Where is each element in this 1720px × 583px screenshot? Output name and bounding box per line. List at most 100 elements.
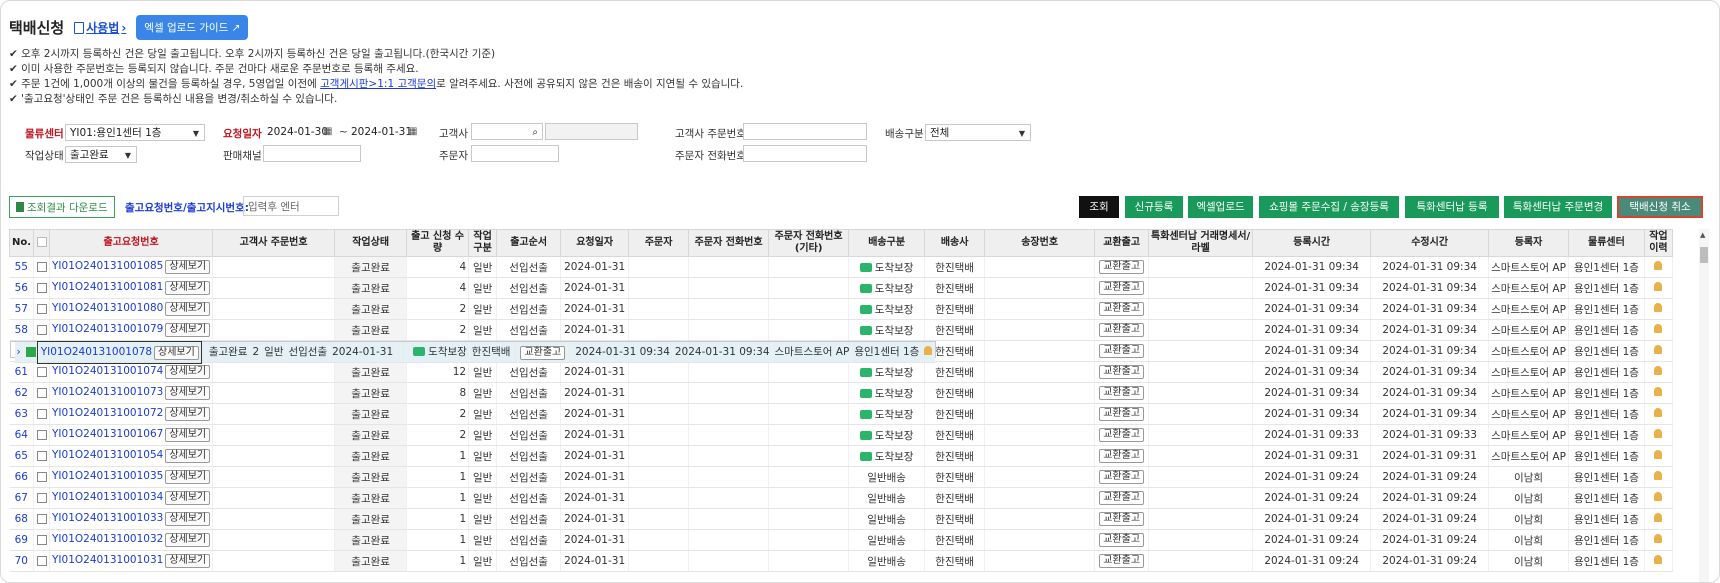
row-checkbox[interactable] (36, 535, 47, 545)
order-search-input[interactable]: 입력후 엔터 (243, 196, 339, 216)
center-select[interactable]: YI01:용인1센터 1층 ▼ (65, 124, 205, 141)
col-header[interactable]: 출고 신청 수량 (406, 229, 470, 257)
col-header[interactable]: 물류센터 (1567, 229, 1645, 257)
col-header[interactable]: 주문자 (628, 229, 690, 257)
order-number[interactable]: YI01O240131001035 (52, 470, 163, 482)
order-number[interactable]: YI01O240131001031 (52, 554, 163, 566)
col-header[interactable]: 요청일자 (560, 229, 630, 257)
exchange-button[interactable]: 교환출고 (1099, 470, 1145, 484)
order-number-cell[interactable]: YI01O240131001080 상세보기 (49, 298, 214, 320)
row-checkbox[interactable] (36, 283, 47, 293)
excel-guide-button[interactable]: 엑셀 업로드 가이드 ↗ (136, 15, 249, 40)
col-header[interactable]: 작업 이력 (1643, 229, 1673, 257)
row-checkbox[interactable] (36, 556, 47, 566)
history-cell[interactable] (1644, 508, 1673, 530)
history-cell[interactable] (1644, 550, 1673, 572)
history-cell[interactable] (1644, 298, 1673, 320)
history-cell[interactable] (1644, 529, 1673, 551)
col-header[interactable]: 배송사 (924, 229, 986, 257)
order-number-cell[interactable]: YI01O240131001079 상세보기 (49, 319, 214, 341)
orderer-input[interactable] (471, 145, 559, 162)
client-order-input[interactable] (743, 123, 867, 140)
col-header[interactable]: 주문자 전화번호 (688, 229, 770, 257)
order-number-cell[interactable]: YI01O240131001085 상세보기 (49, 256, 214, 278)
customer-board-link[interactable]: 고객게시판>1:1 고객문의 (320, 78, 436, 90)
table-row[interactable]: 57 YI01O240131001080 상세보기 출고완료 2 일반 선입선출 2024-0… (9, 298, 1673, 320)
history-cell[interactable] (1644, 382, 1673, 404)
row-checkbox[interactable] (36, 367, 47, 377)
order-number[interactable]: YI01O240131001074 (52, 365, 163, 377)
col-header[interactable]: 출고순서 (496, 229, 562, 257)
exchange-button[interactable]: 교환출고 (1099, 449, 1145, 463)
col-header[interactable]: 특화센터납 거래명세서/라벨 (1148, 229, 1254, 257)
calendar-icon[interactable]: ▦ (323, 126, 332, 137)
table-row[interactable]: 55 YI01O240131001085 상세보기 출고완료 4 일반 선입선출 2024-0… (9, 256, 1673, 278)
history-cell[interactable] (1644, 445, 1673, 467)
exchange-button[interactable]: 교환출고 (1099, 491, 1145, 505)
table-row[interactable]: 67 YI01O240131001034 상세보기 출고완료 1 일반 선입선출 2024-0… (9, 487, 1673, 509)
person-icon[interactable] (1654, 282, 1663, 291)
scroll-thumb[interactable] (1700, 247, 1708, 263)
order-number-cell[interactable]: YI01O240131001078 상세보기 (37, 341, 203, 364)
col-header[interactable]: No. (9, 229, 34, 257)
download-results-button[interactable]: 조회결과 다운로드 (9, 196, 115, 218)
excel-upload-button[interactable]: 엑셀업로드 (1188, 196, 1253, 218)
detail-button[interactable]: 상세보기 (165, 386, 211, 400)
new-register-button[interactable]: 신규등록 (1125, 196, 1183, 218)
table-row[interactable]: 58 YI01O240131001079 상세보기 출고완료 2 일반 선입선출 2024-0… (9, 319, 1673, 341)
history-cell[interactable] (1644, 277, 1673, 299)
search-button[interactable]: 조회 (1079, 196, 1119, 218)
detail-button[interactable]: 상세보기 (165, 470, 211, 484)
table-row[interactable]: 62 YI01O240131001073 상세보기 출고완료 8 일반 선입선출 2024-0… (9, 382, 1673, 404)
row-checkbox[interactable] (36, 409, 47, 419)
table-scrollbar[interactable]: ▲ (1699, 229, 1709, 582)
person-icon[interactable] (1654, 471, 1663, 480)
col-header[interactable]: 송장번호 (984, 229, 1096, 257)
person-icon[interactable] (1654, 366, 1663, 375)
exchange-button[interactable]: 교환출고 (1099, 344, 1145, 358)
person-icon[interactable] (924, 345, 933, 355)
detail-button[interactable]: 상세보기 (165, 428, 211, 442)
row-checkbox[interactable] (36, 493, 47, 503)
exchange-button[interactable]: 교환출고 (1099, 365, 1145, 379)
row-checkbox[interactable] (36, 304, 47, 314)
detail-button[interactable]: 상세보기 (165, 491, 211, 505)
row-checkbox[interactable] (36, 388, 47, 398)
row-checkbox-cell[interactable] (33, 529, 50, 551)
order-number[interactable]: YI01O240131001067 (52, 428, 163, 440)
detail-button[interactable]: 상세보기 (165, 281, 211, 295)
row-checkbox-cell[interactable] (33, 382, 50, 404)
detail-button[interactable]: 상세보기 (165, 449, 211, 463)
table-row[interactable]: 68 YI01O240131001033 상세보기 출고완료 1 일반 선입선출 2024-0… (9, 508, 1673, 530)
history-cell[interactable] (1644, 466, 1673, 488)
select-all-checkbox[interactable] (33, 229, 50, 257)
order-number[interactable]: YI01O240131001078 (41, 346, 152, 358)
person-icon[interactable] (1654, 429, 1663, 438)
person-icon[interactable] (1654, 324, 1663, 333)
person-icon[interactable] (1654, 492, 1663, 501)
mall-collect-button[interactable]: 쇼핑몰 주문수집 / 송장등록 (1259, 196, 1399, 218)
exchange-button[interactable]: 교환출고 (1099, 554, 1145, 568)
exchange-button[interactable]: 교환출고 (1099, 533, 1145, 547)
col-header[interactable]: 교환출고 (1094, 229, 1150, 257)
order-number-cell[interactable]: YI01O240131001074 상세보기 (49, 361, 214, 383)
history-cell[interactable] (921, 342, 936, 363)
row-checkbox-cell[interactable] (33, 403, 50, 425)
order-number[interactable]: YI01O240131001054 (52, 449, 163, 461)
col-header[interactable]: 주문자 전화번호(기타) (768, 229, 850, 257)
exchange-button[interactable]: 교환출고 (1099, 386, 1145, 400)
row-checkbox-cell[interactable] (33, 424, 50, 446)
row-checkbox-cell[interactable] (33, 445, 50, 467)
person-icon[interactable] (1654, 450, 1663, 459)
detail-button[interactable]: 상세보기 (165, 512, 211, 526)
exchange-button[interactable]: 교환출고 (1099, 260, 1145, 274)
row-checkbox[interactable] (36, 451, 47, 461)
col-header[interactable]: 배송구분 (848, 229, 926, 257)
table-row[interactable]: 66 YI01O240131001035 상세보기 출고완료 1 일반 선입선출 2024-0… (9, 466, 1673, 488)
detail-button[interactable]: 상세보기 (165, 533, 211, 547)
order-number-cell[interactable]: YI01O240131001054 상세보기 (49, 445, 214, 467)
exchange-button[interactable]: 교환출고 (1099, 428, 1145, 442)
table-row[interactable]: 64 YI01O240131001067 상세보기 출고완료 2 일반 선입선출 2024-0… (9, 424, 1673, 446)
exchange-button[interactable]: 교환출고 (1099, 323, 1145, 337)
detail-button[interactable]: 상세보기 (165, 365, 211, 379)
